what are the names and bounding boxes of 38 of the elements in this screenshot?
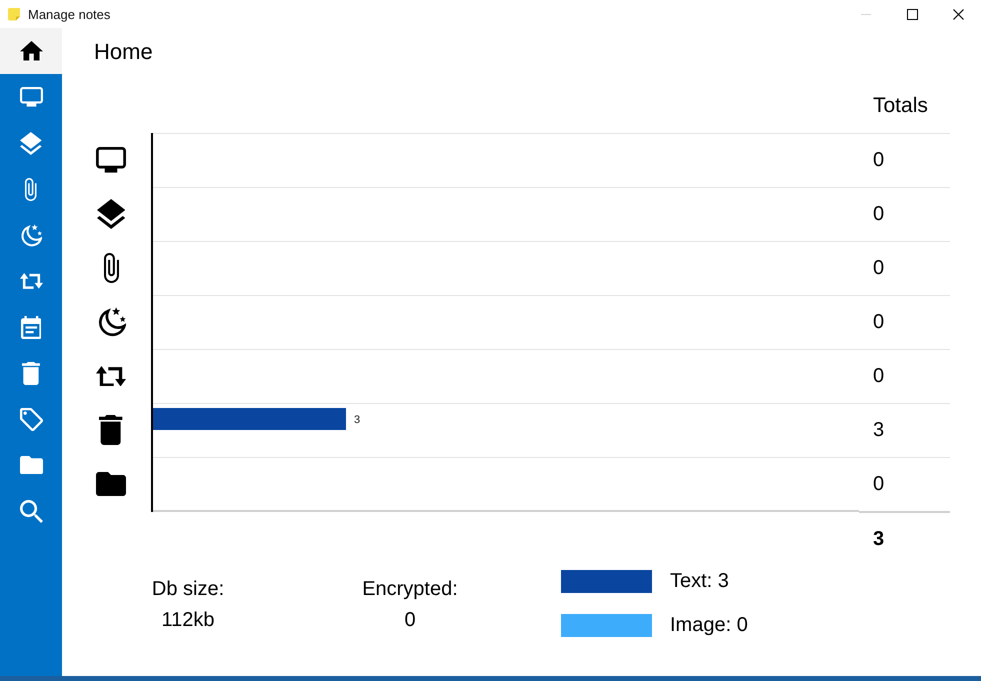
paperclip-icon	[104, 253, 118, 283]
total-value: 0	[873, 203, 884, 226]
paperclip-icon	[25, 178, 37, 200]
layers-icon	[96, 199, 126, 229]
legend-label: Text: 3	[670, 570, 729, 593]
moon-stars-icon	[96, 307, 126, 337]
monitor-icon	[20, 87, 42, 107]
search-icon	[20, 500, 42, 522]
stat-label: Encrypted:	[362, 577, 458, 602]
stat-label: Db size:	[152, 577, 224, 602]
total-value: 0	[873, 473, 884, 496]
sidebar-item[interactable]	[0, 28, 62, 74]
stat-value: 112kb	[161, 608, 214, 633]
monitor-icon	[96, 147, 126, 173]
legend-label: Image: 0	[670, 614, 748, 637]
total-value: 0	[873, 311, 884, 334]
repeat-arrows-icon	[96, 366, 126, 386]
sticky-note-icon	[7, 7, 21, 21]
total-value: 0	[873, 149, 884, 172]
stat-value: 0	[404, 608, 416, 633]
total-value: 0	[873, 257, 884, 280]
repeat-arrows-icon	[20, 273, 42, 289]
layers-icon	[20, 132, 42, 154]
folder-icon	[96, 472, 126, 496]
home-icon	[20, 41, 42, 61]
tag-icon	[20, 408, 42, 430]
moon-stars-icon	[20, 224, 42, 246]
total-value: 3	[873, 419, 884, 442]
folder-icon	[20, 456, 42, 474]
window-title: Manage notes	[28, 6, 110, 22]
grand-total: 3	[873, 528, 884, 550]
trash-icon	[22, 362, 40, 384]
total-value: 0	[873, 365, 884, 388]
bar-value-label: 3	[354, 414, 360, 426]
totals-header: Totals	[873, 93, 929, 119]
calendar-icon	[20, 316, 42, 338]
trash-icon	[99, 415, 123, 445]
page-title: Home	[93, 38, 154, 66]
